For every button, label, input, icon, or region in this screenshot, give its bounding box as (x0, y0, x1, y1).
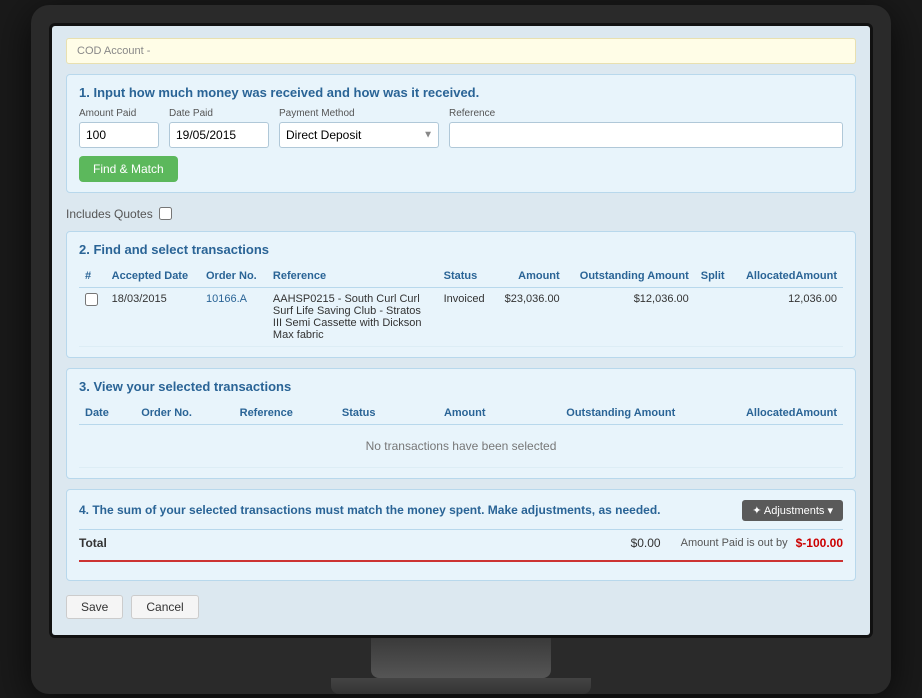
includes-quotes-row: Includes Quotes (66, 203, 856, 225)
cell-outstanding-amount: $12,036.00 (566, 287, 695, 346)
reference-label: Reference (449, 108, 843, 119)
out-by-label: Amount Paid is out by (681, 537, 788, 549)
section-3-title: 3. View your selected transactions (79, 379, 843, 394)
section-3: 3. View your selected transactions Date … (66, 368, 856, 479)
section-3-table: Date Order No. Reference Status Amount O… (79, 402, 843, 468)
col3-status: Status (336, 402, 408, 425)
col-split: Split (695, 265, 733, 288)
amount-paid-input[interactable] (79, 122, 159, 148)
monitor-stand (371, 638, 551, 678)
table-row: 18/03/2015 10166.A AAHSP0215 - South Cur… (79, 287, 843, 346)
col3-allocated-amount: AllocatedAmount (681, 402, 843, 425)
cell-amount: $23,036.00 (494, 287, 566, 346)
includes-quotes-label: Includes Quotes (66, 207, 153, 221)
date-paid-input[interactable] (169, 122, 269, 148)
find-match-button[interactable]: Find & Match (79, 156, 178, 182)
reference-input[interactable] (449, 122, 843, 148)
cell-split (695, 287, 733, 346)
adjustments-button[interactable]: ✦ Adjustments ▾ (742, 500, 843, 521)
payment-method-group: Payment Method Direct Deposit Cash Chequ… (279, 108, 439, 148)
no-transactions-message: No transactions have been selected (79, 424, 843, 467)
section-2-table: # Accepted Date Order No. Reference Stat… (79, 265, 843, 347)
cell-accepted-date: 18/03/2015 (106, 287, 200, 346)
col-hash: # (79, 265, 106, 288)
col-accepted-date: Accepted Date (106, 265, 200, 288)
cancel-button[interactable]: Cancel (131, 595, 198, 619)
total-label: Total (79, 536, 631, 550)
total-amount: $0.00 (631, 536, 661, 550)
date-paid-label: Date Paid (169, 108, 269, 119)
col-allocated-amount: AllocatedAmount (733, 265, 843, 288)
payment-method-label: Payment Method (279, 108, 439, 119)
section-1-title: 1. Input how much money was received and… (79, 85, 843, 100)
row-checkbox[interactable] (85, 293, 98, 306)
out-by-amount: $-100.00 (796, 536, 843, 550)
reference-group: Reference (449, 108, 843, 148)
col-status: Status (438, 265, 495, 288)
section-4: 4. The sum of your selected transactions… (66, 489, 856, 581)
no-transactions-row: No transactions have been selected (79, 424, 843, 467)
monitor-base (331, 678, 591, 694)
cell-reference: AAHSP0215 - South Curl Curl Surf Life Sa… (267, 287, 438, 346)
cell-checkbox[interactable] (79, 287, 106, 346)
col3-outstanding-amount: Outstanding Amount (491, 402, 681, 425)
cod-banner: COD Account - (66, 38, 856, 64)
col3-amount: Amount (407, 402, 491, 425)
section-2-title: 2. Find and select transactions (79, 242, 843, 257)
cell-order-no[interactable]: 10166.A (200, 287, 267, 346)
section-4-title: 4. The sum of your selected transactions… (79, 503, 661, 517)
date-paid-group: Date Paid (169, 108, 269, 148)
totals-row: Total $0.00 Amount Paid is out by $-100.… (79, 529, 843, 556)
cell-allocated-amount: 12,036.00 (733, 287, 843, 346)
section-2: 2. Find and select transactions # Accept… (66, 231, 856, 358)
payment-method-select[interactable]: Direct Deposit Cash Cheque Credit Card E… (279, 122, 439, 148)
col3-reference: Reference (234, 402, 336, 425)
amount-paid-group: Amount Paid (79, 108, 159, 148)
cell-status: Invoiced (438, 287, 495, 346)
footer-buttons: Save Cancel (66, 591, 856, 621)
order-no-link[interactable]: 10166.A (206, 293, 247, 305)
divider-red (79, 560, 843, 562)
section-1: 1. Input how much money was received and… (66, 74, 856, 193)
amount-paid-label: Amount Paid (79, 108, 159, 119)
col-amount: Amount (494, 265, 566, 288)
col3-date: Date (79, 402, 135, 425)
col3-order-no: Order No. (135, 402, 233, 425)
cod-banner-text: COD Account - (77, 45, 150, 57)
col-reference: Reference (267, 265, 438, 288)
section-4-header: 4. The sum of your selected transactions… (79, 500, 843, 521)
section-3-table-wrapper: Date Order No. Reference Status Amount O… (79, 402, 843, 468)
col-order-no: Order No. (200, 265, 267, 288)
save-button[interactable]: Save (66, 595, 123, 619)
col-outstanding-amount: Outstanding Amount (566, 265, 695, 288)
includes-quotes-checkbox[interactable] (159, 207, 172, 220)
section-2-table-wrapper: # Accepted Date Order No. Reference Stat… (79, 265, 843, 347)
